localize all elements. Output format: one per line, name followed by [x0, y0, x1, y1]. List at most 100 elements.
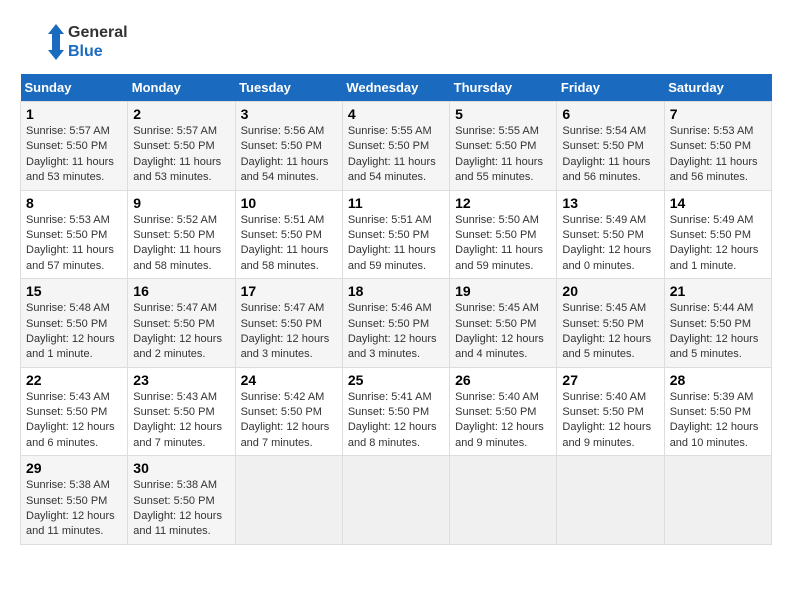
calendar-cell: 23Sunrise: 5:43 AM Sunset: 5:50 PM Dayli…: [128, 367, 235, 456]
calendar-week-row: 29 Sunrise: 5:38 AM Sunset: 5:50 PM Dayli…: [21, 456, 772, 545]
day-info: Sunrise: 5:55 AM Sunset: 5:50 PM Dayligh…: [348, 124, 444, 186]
calendar-cell: 17 Sunrise: 5:47 AM Sunset: 5:50 PM Dayli…: [235, 279, 342, 368]
day-info: Sunrise: 5:57 AM Sunset: 5:50 PM Dayligh…: [133, 124, 229, 186]
calendar-cell: 28 Sunrise: 5:39 AM Sunset: 5:50 PM Dayli…: [664, 367, 771, 456]
calendar-cell: 9 Sunrise: 5:52 AM Sunset: 5:50 PM Daylig…: [128, 190, 235, 279]
day-number: 23: [133, 372, 229, 388]
day-number: 12: [455, 195, 551, 211]
day-number: 9: [133, 195, 229, 211]
calendar-cell: [557, 456, 664, 545]
day-info: Sunrise: 5:41 AM Sunset: 5:50 PM Dayligh…: [348, 390, 444, 452]
weekday-header: Tuesday: [235, 74, 342, 102]
calendar-cell: 14 Sunrise: 5:49 AM Sunset: 5:50 PM Dayli…: [664, 190, 771, 279]
day-number: 21: [670, 283, 766, 299]
weekday-header: Saturday: [664, 74, 771, 102]
logo-general: General: [68, 23, 128, 42]
calendar-cell: 2 Sunrise: 5:57 AM Sunset: 5:50 PM Daylig…: [128, 102, 235, 191]
day-info: Sunrise: 5:54 AM Sunset: 5:50 PM Dayligh…: [562, 124, 658, 186]
day-info: Sunrise: 5:42 AM Sunset: 5:50 PM Dayligh…: [241, 390, 337, 452]
day-info: Sunrise: 5:51 AM Sunset: 5:50 PM Dayligh…: [348, 213, 444, 275]
calendar-cell: 6Sunrise: 5:54 AM Sunset: 5:50 PM Daylig…: [557, 102, 664, 191]
day-number: 17: [241, 283, 337, 299]
day-info: Sunrise: 5:38 AM Sunset: 5:50 PM Dayligh…: [26, 478, 122, 540]
calendar-cell: 25 Sunrise: 5:41 AM Sunset: 5:50 PM Dayli…: [342, 367, 449, 456]
weekday-header: Sunday: [21, 74, 128, 102]
day-number: 19: [455, 283, 551, 299]
calendar-cell: 7Sunrise: 5:53 AM Sunset: 5:50 PM Daylig…: [664, 102, 771, 191]
calendar-week-row: 22 Sunrise: 5:43 AM Sunset: 5:50 PM Dayli…: [21, 367, 772, 456]
calendar-cell: [235, 456, 342, 545]
calendar-cell: 8Sunrise: 5:53 AM Sunset: 5:50 PM Daylig…: [21, 190, 128, 279]
day-number: 10: [241, 195, 337, 211]
calendar-cell: 5 Sunrise: 5:55 AM Sunset: 5:50 PM Daylig…: [450, 102, 557, 191]
calendar-cell: [450, 456, 557, 545]
calendar-week-row: 1 Sunrise: 5:57 AM Sunset: 5:50 PM Daylig…: [21, 102, 772, 191]
day-number: 28: [670, 372, 766, 388]
day-info: Sunrise: 5:55 AM Sunset: 5:50 PM Dayligh…: [455, 124, 551, 186]
calendar-table: SundayMondayTuesdayWednesdayThursdayFrid…: [20, 74, 772, 545]
day-info: Sunrise: 5:47 AM Sunset: 5:50 PM Dayligh…: [241, 301, 337, 363]
day-info: Sunrise: 5:46 AM Sunset: 5:50 PM Dayligh…: [348, 301, 444, 363]
weekday-header-row: SundayMondayTuesdayWednesdayThursdayFrid…: [21, 74, 772, 102]
day-number: 26: [455, 372, 551, 388]
day-info: Sunrise: 5:56 AM Sunset: 5:50 PM Dayligh…: [241, 124, 337, 186]
day-info: Sunrise: 5:45 AM Sunset: 5:50 PM Dayligh…: [562, 301, 658, 363]
calendar-cell: [664, 456, 771, 545]
day-number: 27: [562, 372, 658, 388]
calendar-cell: 12 Sunrise: 5:50 AM Sunset: 5:50 PM Dayli…: [450, 190, 557, 279]
day-number: 11: [348, 195, 444, 211]
calendar-cell: 26 Sunrise: 5:40 AM Sunset: 5:50 PM Dayli…: [450, 367, 557, 456]
day-info: Sunrise: 5:50 AM Sunset: 5:50 PM Dayligh…: [455, 213, 551, 275]
day-info: Sunrise: 5:45 AM Sunset: 5:50 PM Dayligh…: [455, 301, 551, 363]
calendar-cell: 13 Sunrise: 5:49 AM Sunset: 5:50 PM Dayli…: [557, 190, 664, 279]
weekday-header: Friday: [557, 74, 664, 102]
day-number: 25: [348, 372, 444, 388]
day-number: 16: [133, 283, 229, 299]
calendar-cell: 11 Sunrise: 5:51 AM Sunset: 5:50 PM Dayli…: [342, 190, 449, 279]
day-info: Sunrise: 5:47 AM Sunset: 5:50 PM Dayligh…: [133, 301, 229, 363]
page-header: General Blue: [20, 20, 772, 64]
logo-icon: [20, 20, 64, 64]
day-number: 5: [455, 106, 551, 122]
day-info: Sunrise: 5:57 AM Sunset: 5:50 PM Dayligh…: [26, 124, 122, 186]
calendar-week-row: 8Sunrise: 5:53 AM Sunset: 5:50 PM Daylig…: [21, 190, 772, 279]
day-number: 4: [348, 106, 444, 122]
day-info: Sunrise: 5:40 AM Sunset: 5:50 PM Dayligh…: [455, 390, 551, 452]
day-info: Sunrise: 5:39 AM Sunset: 5:50 PM Dayligh…: [670, 390, 766, 452]
day-info: Sunrise: 5:49 AM Sunset: 5:50 PM Dayligh…: [670, 213, 766, 275]
day-info: Sunrise: 5:53 AM Sunset: 5:50 PM Dayligh…: [26, 213, 122, 275]
day-number: 13: [562, 195, 658, 211]
day-info: Sunrise: 5:40 AM Sunset: 5:50 PM Dayligh…: [562, 390, 658, 452]
calendar-cell: 15 Sunrise: 5:48 AM Sunset: 5:50 PM Dayli…: [21, 279, 128, 368]
day-info: Sunrise: 5:44 AM Sunset: 5:50 PM Dayligh…: [670, 301, 766, 363]
calendar-cell: 10Sunrise: 5:51 AM Sunset: 5:50 PM Dayli…: [235, 190, 342, 279]
calendar-cell: 24 Sunrise: 5:42 AM Sunset: 5:50 PM Dayli…: [235, 367, 342, 456]
day-number: 30: [133, 460, 229, 476]
day-info: Sunrise: 5:52 AM Sunset: 5:50 PM Dayligh…: [133, 213, 229, 275]
day-number: 24: [241, 372, 337, 388]
day-info: Sunrise: 5:48 AM Sunset: 5:50 PM Dayligh…: [26, 301, 122, 363]
day-info: Sunrise: 5:38 AM Sunset: 5:50 PM Dayligh…: [133, 478, 229, 540]
day-number: 14: [670, 195, 766, 211]
calendar-week-row: 15 Sunrise: 5:48 AM Sunset: 5:50 PM Dayli…: [21, 279, 772, 368]
day-number: 2: [133, 106, 229, 122]
logo-blue: Blue: [68, 42, 128, 61]
calendar-cell: 19 Sunrise: 5:45 AM Sunset: 5:50 PM Dayli…: [450, 279, 557, 368]
calendar-cell: 20Sunrise: 5:45 AM Sunset: 5:50 PM Dayli…: [557, 279, 664, 368]
calendar-cell: 4 Sunrise: 5:55 AM Sunset: 5:50 PM Daylig…: [342, 102, 449, 191]
day-number: 1: [26, 106, 122, 122]
day-number: 29: [26, 460, 122, 476]
day-number: 22: [26, 372, 122, 388]
calendar-cell: 3Sunrise: 5:56 AM Sunset: 5:50 PM Daylig…: [235, 102, 342, 191]
calendar-cell: 27 Sunrise: 5:40 AM Sunset: 5:50 PM Dayli…: [557, 367, 664, 456]
day-number: 15: [26, 283, 122, 299]
weekday-header: Monday: [128, 74, 235, 102]
calendar-cell: 1 Sunrise: 5:57 AM Sunset: 5:50 PM Daylig…: [21, 102, 128, 191]
calendar-cell: [342, 456, 449, 545]
day-number: 7: [670, 106, 766, 122]
day-info: Sunrise: 5:43 AM Sunset: 5:50 PM Dayligh…: [26, 390, 122, 452]
weekday-header: Thursday: [450, 74, 557, 102]
calendar-cell: 21 Sunrise: 5:44 AM Sunset: 5:50 PM Dayli…: [664, 279, 771, 368]
day-info: Sunrise: 5:49 AM Sunset: 5:50 PM Dayligh…: [562, 213, 658, 275]
day-number: 18: [348, 283, 444, 299]
